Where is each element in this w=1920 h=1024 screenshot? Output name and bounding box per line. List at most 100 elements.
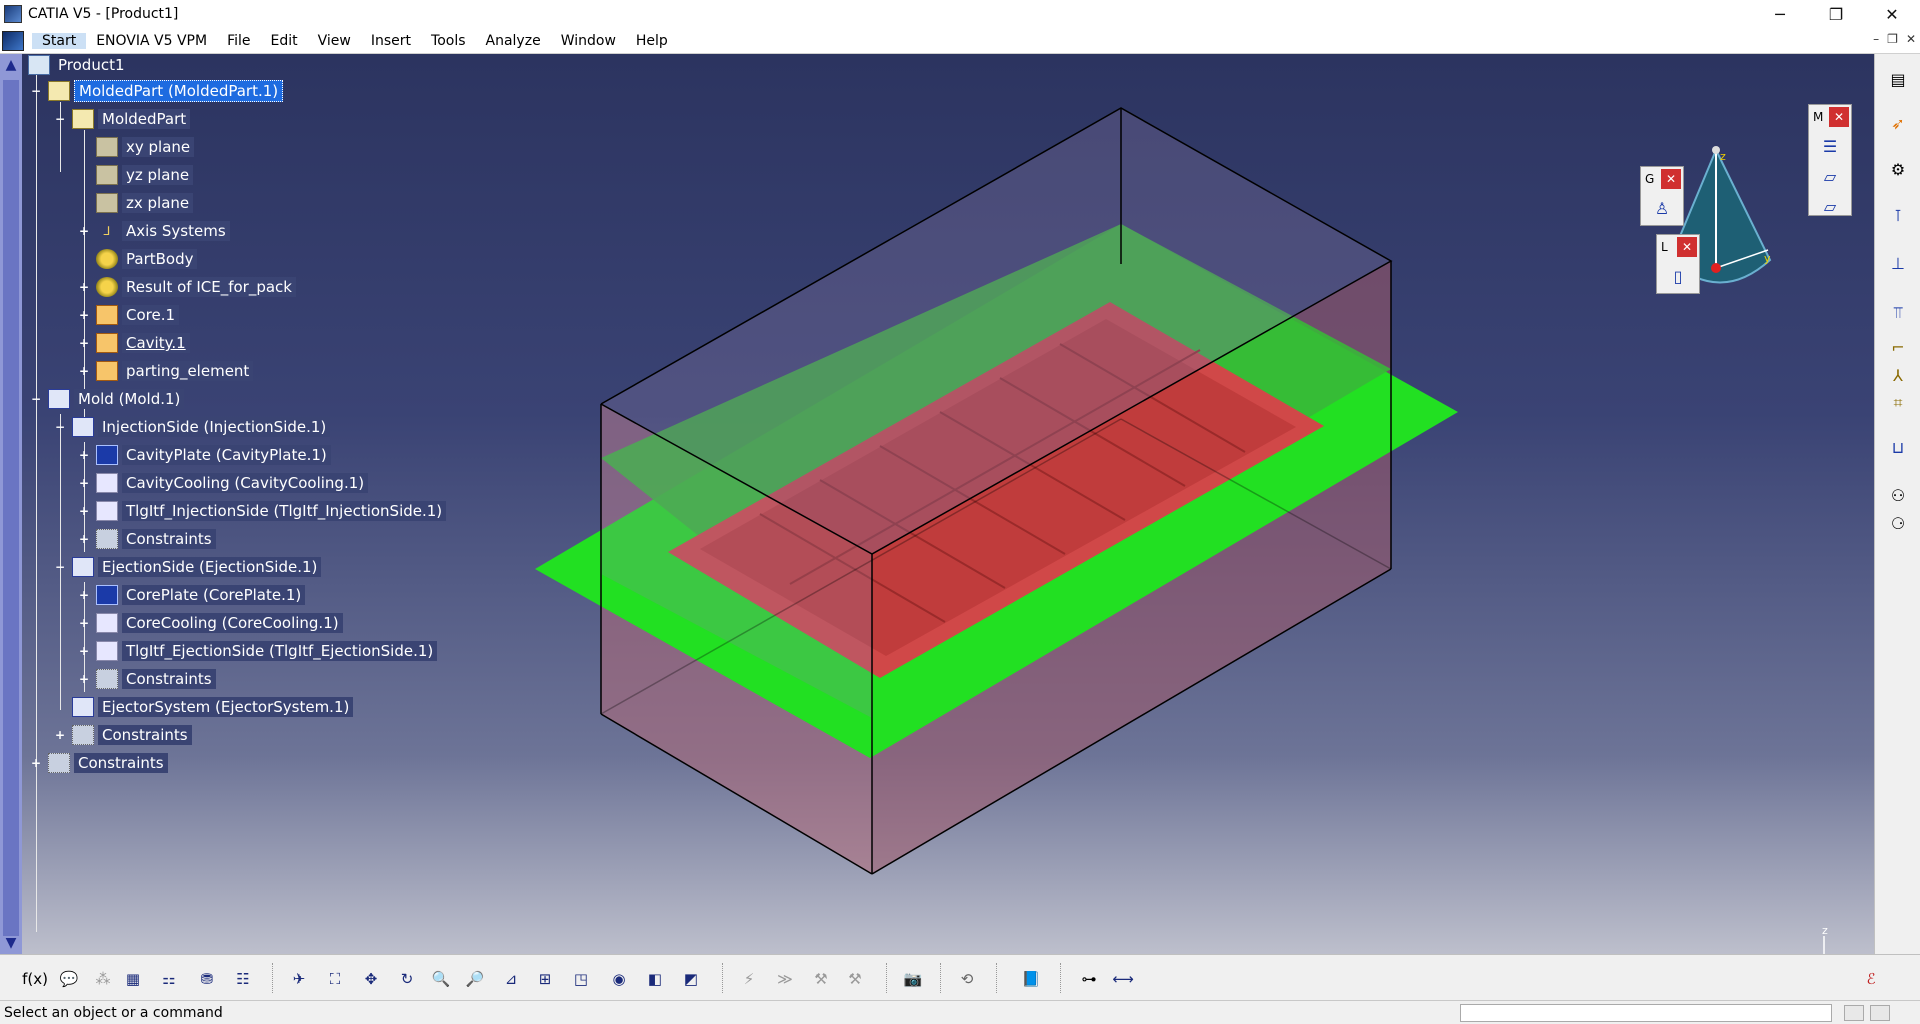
status-button-2[interactable] xyxy=(1870,1005,1890,1021)
menu-tools[interactable]: Tools xyxy=(421,33,476,49)
tree-node[interactable]: + TlgItf_EjectionSide (TlgItf_EjectionSi… xyxy=(78,640,438,662)
hide-show-icon[interactable]: ◧ xyxy=(642,966,668,992)
light-icon[interactable]: ⁂ xyxy=(90,966,116,992)
formula-icon[interactable]: f(x) xyxy=(22,966,48,992)
menu-window[interactable]: Window xyxy=(551,33,626,49)
support-icon[interactable]: ⌗ xyxy=(1885,390,1911,416)
expand-icon[interactable]: + xyxy=(54,729,66,741)
menu-analyze[interactable]: Analyze xyxy=(476,33,551,49)
tree-node[interactable]: + CavityPlate (CavityPlate.1) xyxy=(78,444,331,466)
tree-node[interactable]: + TlgItf_InjectionSide (TlgItf_Injection… xyxy=(78,500,447,522)
tree-node-label[interactable]: Axis Systems xyxy=(122,221,230,241)
expand-icon[interactable]: + xyxy=(78,645,90,657)
tree-node-label[interactable]: CorePlate (CorePlate.1) xyxy=(122,585,306,605)
collapse-icon[interactable]: − xyxy=(54,561,66,573)
expand-icon[interactable]: + xyxy=(78,533,90,545)
command-input[interactable] xyxy=(1460,1004,1832,1022)
tree-node[interactable]: − MoldedPart (MoldedPart.1) xyxy=(30,80,284,102)
insert-icon[interactable]: ⊔ xyxy=(1885,434,1911,460)
menu-file[interactable]: File xyxy=(217,33,260,49)
tree-node[interactable]: + Cavity.1 xyxy=(78,332,190,354)
tool-a-icon[interactable]: ⚒ xyxy=(808,966,834,992)
cooling-tool-icon[interactable]: ⚇ xyxy=(1885,482,1911,508)
tree-node[interactable]: + Constraints xyxy=(78,528,216,550)
normal-view-icon[interactable]: ⊿ xyxy=(498,966,524,992)
collapse-icon[interactable]: − xyxy=(30,85,42,97)
tree-view-icon[interactable]: ⚏ xyxy=(156,966,182,992)
tree-node-label[interactable]: parting_element xyxy=(122,361,254,381)
maximize-button[interactable]: ❐ xyxy=(1808,0,1864,28)
close-icon[interactable]: ✕ xyxy=(1661,169,1681,189)
tree-node-label[interactable]: Result of ICE_for_pack xyxy=(122,277,296,297)
ejector-pin-icon[interactable]: ⫪ xyxy=(1885,300,1911,326)
tree-node-label[interactable]: Cavity.1 xyxy=(122,333,190,353)
tree-node-label[interactable]: MoldedPart (MoldedPart.1) xyxy=(74,80,284,102)
tree-node[interactable]: PartBody xyxy=(96,248,198,270)
tree-node-label[interactable]: Constraints xyxy=(122,529,216,549)
menu-enovia[interactable]: ENOVIA V5 VPM xyxy=(86,33,217,49)
doc-minimize-button[interactable]: – xyxy=(1873,32,1879,46)
measure-item-icon[interactable]: ⟷ xyxy=(1110,966,1136,992)
collapse-icon[interactable]: − xyxy=(30,393,42,405)
close-button[interactable]: ✕ xyxy=(1864,0,1920,28)
doc-restore-button[interactable]: ❐ xyxy=(1887,32,1898,46)
tree-node[interactable]: − InjectionSide (InjectionSide.1) xyxy=(54,416,331,438)
expand-icon[interactable]: + xyxy=(78,337,90,349)
expand-icon[interactable]: + xyxy=(78,449,90,461)
menu-edit[interactable]: Edit xyxy=(261,33,308,49)
zoom-out-icon[interactable]: 🔎 xyxy=(462,966,488,992)
slider-icon[interactable]: ⌐ xyxy=(1885,334,1911,360)
tree-node[interactable]: − Mold (Mold.1) xyxy=(30,388,185,410)
expand-icon[interactable]: + xyxy=(78,365,90,377)
menu-view[interactable]: View xyxy=(308,33,361,49)
fit-all-icon[interactable]: ⛶ xyxy=(322,966,348,992)
swap-space-icon[interactable]: ◩ xyxy=(678,966,704,992)
tree-node[interactable]: EjectorSystem (EjectorSystem.1) xyxy=(72,696,354,718)
tree-node-label[interactable]: CavityPlate (CavityPlate.1) xyxy=(122,445,331,465)
expand-icon[interactable]: + xyxy=(78,505,90,517)
tree-node-label[interactable]: TlgItf_InjectionSide (TlgItf_InjectionSi… xyxy=(122,501,447,521)
document-list-icon[interactable]: ☷ xyxy=(230,966,256,992)
expand-icon[interactable]: + xyxy=(30,757,42,769)
tree-node[interactable]: − EjectionSide (EjectionSide.1) xyxy=(54,556,322,578)
forward-icon[interactable]: ≫ xyxy=(772,966,798,992)
tree-node-label[interactable]: Constraints xyxy=(74,753,168,773)
3d-viewport[interactable]: z y z y x ▲ ▼ Product1 − MoldedPart (Mol… xyxy=(0,54,1874,954)
product-structure-icon[interactable]: ▤ xyxy=(1885,66,1911,92)
tree-node-label[interactable]: yz plane xyxy=(122,165,194,185)
menu-insert[interactable]: Insert xyxy=(361,33,421,49)
tree-node[interactable]: + CoreCooling (CoreCooling.1) xyxy=(78,612,343,634)
tree-node[interactable]: + CorePlate (CorePlate.1) xyxy=(78,584,306,606)
expand-icon[interactable]: + xyxy=(78,309,90,321)
comment-icon[interactable]: 💬 xyxy=(56,966,82,992)
minimize-button[interactable]: ─ xyxy=(1752,0,1808,28)
tree-node-label[interactable]: Constraints xyxy=(122,669,216,689)
iso-view-icon[interactable]: ◳ xyxy=(568,966,594,992)
tree-node[interactable]: + CavityCooling (CavityCooling.1) xyxy=(78,472,369,494)
zoom-in-icon[interactable]: 🔍 xyxy=(428,966,454,992)
tree-node-label[interactable]: Constraints xyxy=(98,725,192,745)
floating-toolbar-l[interactable]: L ✕ ▯ xyxy=(1656,234,1700,294)
tree-node[interactable]: xy plane xyxy=(96,136,195,158)
rotate-icon[interactable]: ↻ xyxy=(394,966,420,992)
menu-help[interactable]: Help xyxy=(626,33,678,49)
catia-logo-icon[interactable] xyxy=(2,30,24,51)
close-icon[interactable]: ✕ xyxy=(1677,237,1697,257)
floating-toolbar-g[interactable]: G ✕ ♙ xyxy=(1640,166,1684,226)
tree-node-label[interactable]: CoreCooling (CoreCooling.1) xyxy=(122,613,343,633)
tree-node[interactable]: + Constraints xyxy=(54,724,192,746)
tree-node[interactable]: + parting_element xyxy=(78,360,254,382)
tool-b-icon[interactable]: ⚒ xyxy=(842,966,868,992)
tree-node[interactable]: + ⅃ Axis Systems xyxy=(78,220,230,242)
tree-node-label[interactable]: MoldedPart xyxy=(98,109,191,129)
expand-icon[interactable]: + xyxy=(78,673,90,685)
table-icon[interactable]: ▦ xyxy=(120,966,146,992)
locating-ring-icon[interactable]: ▯ xyxy=(1665,263,1691,289)
guide-pin-icon[interactable]: ♙ xyxy=(1649,195,1675,221)
tree-node[interactable]: yz plane xyxy=(96,164,194,186)
mold-base-icon[interactable]: ☰ xyxy=(1817,133,1843,159)
fly-mode-icon[interactable]: ✈ xyxy=(286,966,312,992)
tree-node-label[interactable]: TlgItf_EjectionSide (TlgItf_EjectionSide… xyxy=(122,641,438,661)
multi-view-icon[interactable]: ⊞ xyxy=(532,966,558,992)
tree-node[interactable]: zx plane xyxy=(96,192,194,214)
